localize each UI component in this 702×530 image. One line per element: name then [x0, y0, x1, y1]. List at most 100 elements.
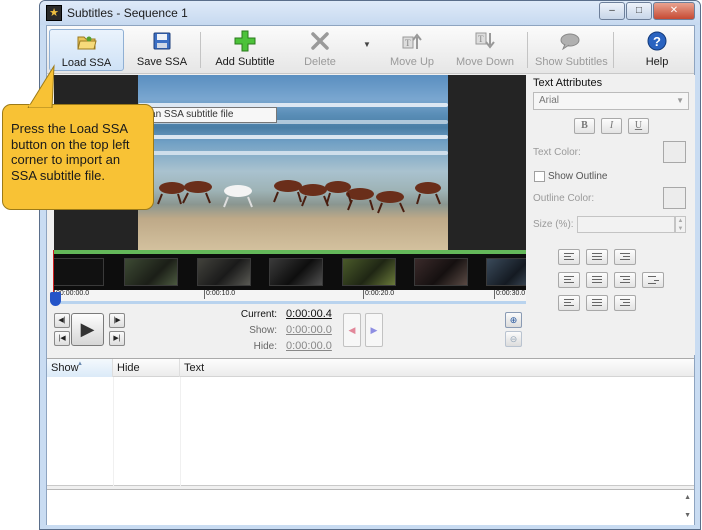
help-label: Help [645, 56, 669, 68]
close-button[interactable]: ✕ [653, 2, 695, 20]
current-time-value[interactable]: 0:00:00.4 [286, 308, 332, 320]
minimize-button[interactable]: – [599, 2, 625, 20]
folder-open-icon [50, 30, 123, 54]
app-icon: ★ [46, 5, 62, 21]
move-down-button[interactable]: T Move Down [453, 29, 517, 71]
previous-frame-icon[interactable]: ◀| [54, 313, 70, 328]
italic-button[interactable]: I [601, 118, 622, 134]
subtitle-list-header: ▲ Show Hide Text [47, 359, 694, 377]
subtitles-window: ★ Subtitles - Sequence 1 – □ ✕ Load SSA … [39, 0, 701, 530]
zoom-in-icon[interactable]: ⊕ [505, 312, 522, 328]
size-input[interactable] [577, 216, 675, 233]
add-subtitle-button[interactable]: Add Subtitle [210, 29, 280, 71]
next-frame-icon[interactable]: |▶ [109, 313, 125, 328]
thumbnail-strip[interactable] [54, 254, 526, 290]
zoom-out-icon[interactable]: ⊖ [505, 331, 522, 347]
thumbnail [124, 258, 178, 286]
svg-text:T: T [478, 34, 484, 44]
hide-time-value[interactable]: 0:00:00.0 [286, 340, 332, 352]
maximize-button[interactable]: □ [626, 2, 652, 20]
subtitle-list[interactable]: ▲ Show Hide Text [47, 358, 694, 487]
outline-color-swatch[interactable] [663, 187, 686, 209]
size-label: Size (%): [533, 219, 574, 230]
set-hide-marker-icon[interactable]: ▶ [365, 313, 383, 347]
help-button[interactable]: ? Help [639, 29, 675, 71]
move-down-label: Move Down [455, 56, 515, 68]
column-header-hide[interactable]: Hide [113, 359, 180, 377]
client-area: Load SSA Save SSA Add Subtitle Delete ▼ … [46, 25, 695, 525]
set-show-marker-icon[interactable]: ◀ [343, 313, 361, 347]
align-middle-right-icon[interactable] [614, 272, 636, 288]
window-controls: – □ ✕ [598, 2, 695, 20]
delete-button[interactable]: Delete [297, 29, 343, 71]
thumbnail [486, 258, 526, 286]
svg-text:T: T [405, 38, 411, 48]
load-ssa-button[interactable]: Load SSA [49, 29, 124, 71]
thumbnail [342, 258, 396, 286]
move-up-label: Move Up [389, 56, 435, 68]
align-bottom-left-icon[interactable] [558, 295, 580, 311]
text-color-swatch[interactable] [663, 141, 686, 163]
svg-text:?: ? [653, 34, 661, 49]
font-select[interactable]: Arial ▼ [533, 92, 689, 110]
toolbar-separator [613, 32, 614, 68]
horses-image [157, 180, 441, 214]
thumbnail [197, 258, 251, 286]
callout-pointer [27, 64, 55, 108]
underline-button[interactable]: U [628, 118, 649, 134]
add-subtitle-label: Add Subtitle [215, 56, 275, 68]
play-icon[interactable]: ▶ [71, 313, 104, 346]
move-down-icon: T [453, 29, 517, 53]
toolbar: Load SSA Save SSA Add Subtitle Delete ▼ … [47, 26, 694, 74]
text-attributes-title: Text Attributes [533, 77, 603, 89]
align-middle-center-icon[interactable] [586, 272, 608, 288]
instruction-callout-text: Press the Load SSA button on the top lef… [11, 121, 130, 183]
save-ssa-button[interactable]: Save SSA [132, 29, 192, 71]
align-top-center-icon[interactable] [586, 249, 608, 265]
go-to-start-icon[interactable]: |◀ [54, 331, 70, 346]
load-ssa-label: Load SSA [61, 57, 112, 69]
go-to-end-icon[interactable]: ▶| [109, 331, 125, 346]
scroll-up-icon[interactable]: ▲ [684, 494, 691, 501]
playback-progress-track [54, 301, 526, 304]
ruler-tick-label: 0:00:10.0 [204, 290, 236, 299]
position-subtitle-icon[interactable] [642, 272, 664, 288]
show-time-value[interactable]: 0:00:00.0 [286, 324, 332, 336]
move-up-icon: T [384, 29, 440, 53]
show-outline-checkbox[interactable] [534, 171, 545, 182]
size-spinner-icon[interactable]: ▲ ▼ [675, 216, 686, 233]
align-bottom-center-icon[interactable] [586, 295, 608, 311]
show-time-label: Show: [249, 325, 277, 336]
plus-icon [210, 29, 280, 53]
delete-x-icon [297, 29, 343, 53]
hide-time-label: Hide: [253, 341, 277, 352]
bold-button[interactable]: B [574, 118, 595, 134]
scroll-down-icon[interactable]: ▼ [684, 512, 691, 519]
subtitle-text-editor[interactable]: ▲ ▼ [47, 489, 694, 525]
playhead-handle[interactable] [50, 292, 61, 306]
align-middle-left-icon[interactable] [558, 272, 580, 288]
toolbar-separator [527, 32, 528, 68]
show-subtitles-button[interactable]: Show Subtitles [535, 29, 608, 71]
text-attributes-panel: Text Attributes Arial ▼ B I U Text Color… [530, 75, 695, 355]
speech-bubble-icon [535, 29, 605, 53]
show-subtitles-label: Show Subtitles [535, 56, 608, 68]
delete-dropdown-arrow-icon[interactable]: ▼ [363, 40, 371, 49]
current-time-label: Current: [240, 309, 277, 320]
instruction-callout: Press the Load SSA button on the top lef… [2, 104, 154, 210]
video-frame-horses-on-beach [138, 75, 448, 250]
column-header-show[interactable]: ▲ Show [47, 359, 113, 377]
delete-label: Delete [304, 56, 336, 68]
align-top-left-icon[interactable] [558, 249, 580, 265]
window-title: Subtitles - Sequence 1 [67, 6, 188, 20]
align-top-right-icon[interactable] [614, 249, 636, 265]
title-bar: ★ Subtitles - Sequence 1 – □ ✕ [40, 1, 700, 25]
align-bottom-right-icon[interactable] [614, 295, 636, 311]
move-up-button[interactable]: T Move Up [384, 29, 440, 71]
column-header-text[interactable]: Text [180, 359, 694, 377]
toolbar-separator [200, 32, 201, 68]
column-divider [180, 377, 181, 487]
video-wave [138, 151, 448, 155]
column-divider [113, 377, 114, 487]
ruler-tick-label: 0:00:20.0 [363, 290, 395, 299]
